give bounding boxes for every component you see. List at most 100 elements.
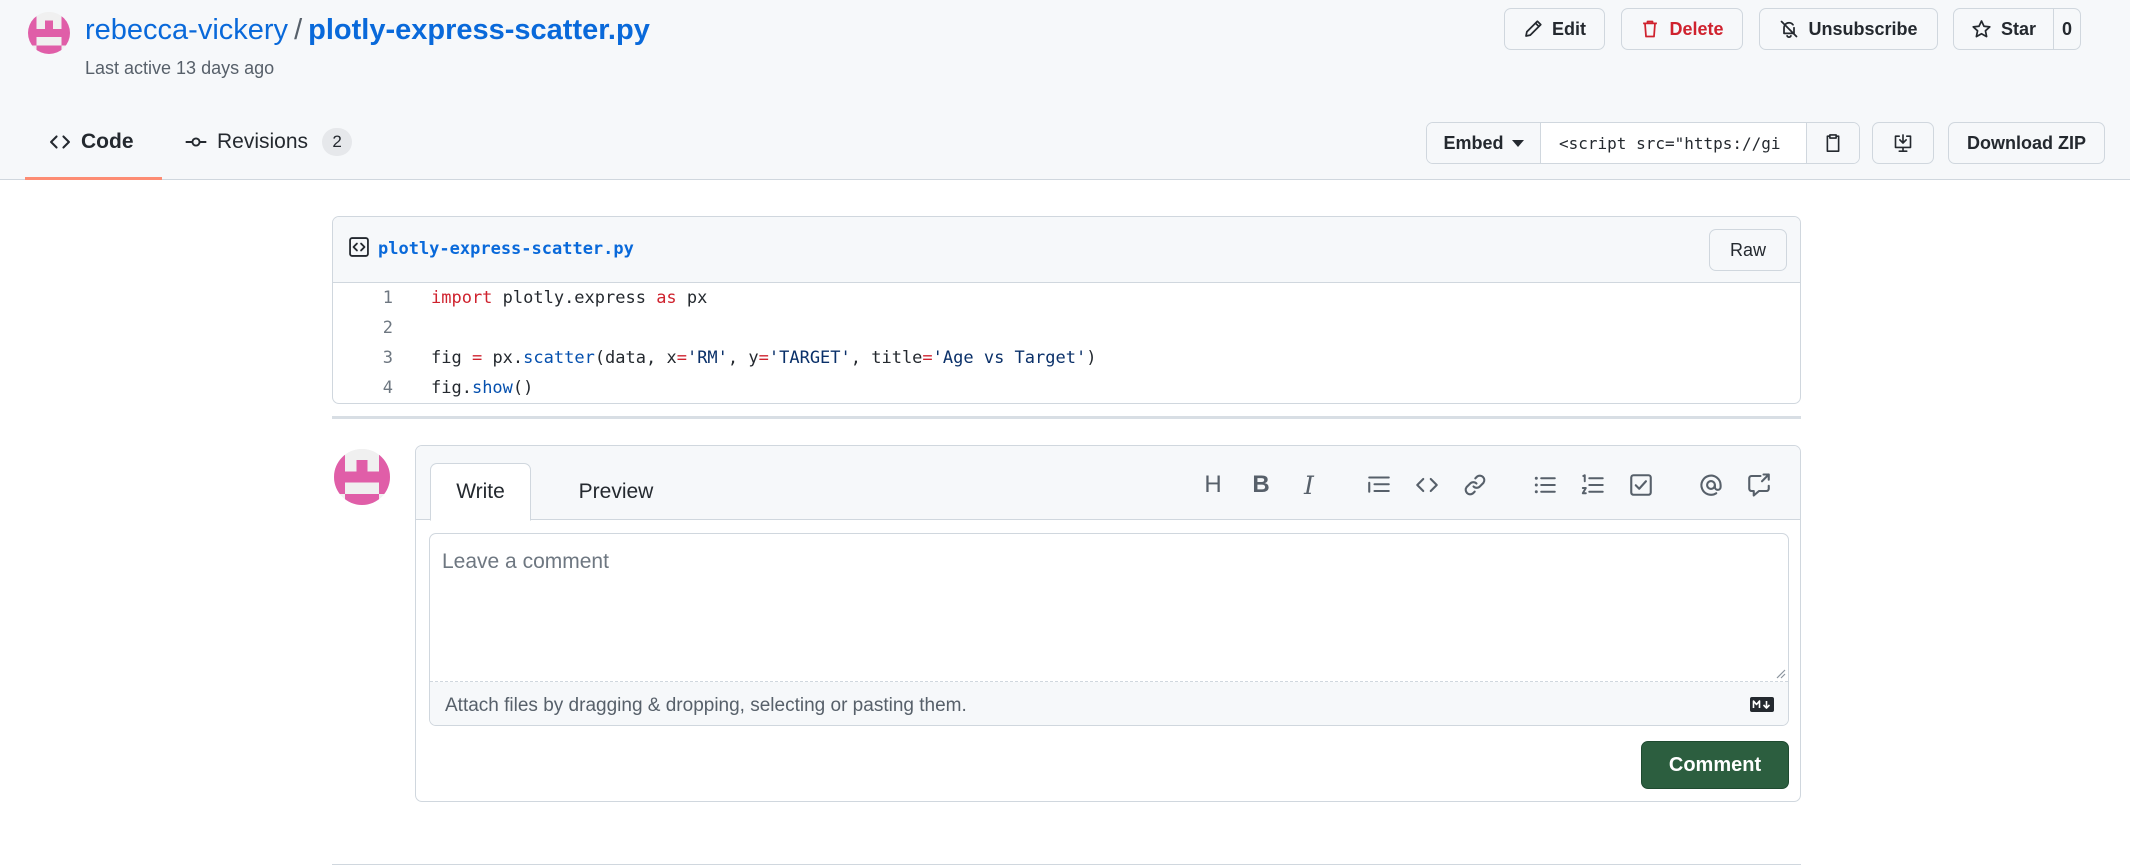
code-token: = — [471, 348, 483, 368]
bold-icon[interactable]: B — [1248, 471, 1274, 498]
bulleted-list-icon[interactable] — [1532, 472, 1558, 498]
comment-toolbar: Write Preview H B I — [416, 446, 1800, 521]
open-desktop-button[interactable] — [1872, 122, 1934, 164]
star-label: Star — [2000, 18, 2036, 39]
code-token: (data, x — [594, 348, 677, 368]
commenter-avatar[interactable] — [334, 449, 390, 505]
star-icon — [1971, 19, 1992, 40]
file-box: plotly-express-scatter.py Raw 1 import pl… — [332, 216, 1801, 404]
tab-preview[interactable]: Preview — [556, 463, 676, 521]
tab-code[interactable]: Code — [25, 120, 162, 180]
line-content: fig = px.scatter(data, x='RM', y='TARGET… — [431, 348, 1096, 368]
delete-label: Delete — [1669, 18, 1724, 39]
attach-files-bar[interactable]: Attach files by dragging & dropping, sel… — [430, 682, 1788, 725]
line-number[interactable]: 1 — [333, 288, 393, 308]
edit-button[interactable]: Edit — [1504, 8, 1605, 50]
bell-slash-icon — [1779, 19, 1799, 39]
owner-avatar[interactable] — [28, 12, 70, 54]
code-icon[interactable] — [1414, 472, 1440, 498]
comment-textarea[interactable]: Leave a comment — [430, 534, 1788, 682]
embed-url-input[interactable]: <script src="https://gi — [1541, 123, 1806, 163]
heading-icon[interactable]: H — [1200, 471, 1226, 498]
edit-label: Edit — [1552, 18, 1586, 39]
title-separator: / — [294, 14, 303, 46]
code-token: 'Age vs Target' — [932, 348, 1087, 368]
markdown-icon[interactable] — [1750, 697, 1774, 712]
line-number[interactable]: 4 — [333, 378, 393, 398]
line-content: fig.show() — [431, 378, 533, 398]
comment-editor: Leave a comment Attach files by dragging… — [429, 533, 1789, 726]
trash-icon — [1640, 19, 1660, 39]
code-line: 3 fig = px.scatter(data, x='RM', y='TARGE… — [333, 343, 1800, 373]
tab-revisions-label: Revisions — [217, 130, 309, 153]
code-token: , y — [727, 348, 759, 368]
star-button[interactable]: Star — [1954, 9, 2054, 49]
last-active: Last active 13 days ago — [85, 58, 275, 78]
embed-select[interactable]: Embed — [1427, 123, 1541, 163]
code-line: 4 fig.show() — [333, 373, 1800, 403]
link-icon[interactable] — [1462, 472, 1488, 498]
tab-write[interactable]: Write — [430, 463, 531, 521]
code-token: import — [431, 288, 493, 308]
code-token: px. — [482, 348, 524, 368]
code-token: () — [512, 378, 534, 398]
unsubscribe-button[interactable]: Unsubscribe — [1759, 8, 1938, 50]
attach-files-text: Attach files by dragging & dropping, sel… — [445, 695, 967, 716]
star-group: Star 0 — [1953, 8, 2081, 50]
mention-icon[interactable] — [1698, 472, 1724, 498]
gist-title: rebecca-vickery / plotly-express-scatter.p… — [85, 12, 650, 48]
clipboard-icon — [1823, 133, 1843, 153]
line-number[interactable]: 3 — [333, 348, 393, 368]
tab-revisions[interactable]: Revisions 2 — [185, 120, 353, 180]
star-count[interactable]: 0 — [2054, 9, 2080, 49]
file-header: plotly-express-scatter.py Raw — [333, 217, 1800, 283]
quote-icon[interactable] — [1366, 472, 1392, 498]
gist-name-link[interactable]: plotly-express-scatter.py — [308, 14, 650, 46]
code-icon — [49, 130, 71, 153]
raw-button[interactable]: Raw — [1709, 229, 1787, 271]
line-content: import plotly.express as px — [431, 288, 707, 308]
comment-submit-button[interactable]: Comment — [1641, 741, 1789, 789]
owner-link[interactable]: rebecca-vickery — [85, 14, 288, 46]
file-code-icon — [348, 236, 370, 258]
embed-label: Embed — [1443, 132, 1504, 153]
task-list-icon[interactable] — [1628, 472, 1654, 498]
pencil-icon — [1523, 19, 1543, 39]
numbered-list-icon[interactable] — [1580, 472, 1606, 498]
code-token: 'RM' — [686, 348, 728, 368]
italic-icon[interactable]: I — [1296, 471, 1322, 500]
code-token: px — [676, 288, 708, 308]
download-zip-button[interactable]: Download ZIP — [1948, 122, 2105, 164]
code-token: as — [656, 288, 677, 308]
delete-button[interactable]: Delete — [1621, 8, 1743, 50]
caret-down-icon — [1511, 139, 1524, 147]
code-line: 2 — [333, 313, 1800, 343]
desktop-download-icon — [1893, 133, 1913, 153]
code-token: 'TARGET' — [768, 348, 851, 368]
cross-reference-icon[interactable] — [1746, 472, 1772, 498]
code-token: = — [676, 348, 687, 368]
revisions-count-badge: 2 — [322, 128, 353, 156]
embed-group: Embed <script src="https://gi — [1426, 122, 1860, 164]
code-token: show — [471, 378, 513, 398]
line-number[interactable]: 2 — [333, 318, 393, 338]
file-name-link[interactable]: plotly-express-scatter.py — [378, 239, 634, 259]
code-table: 1 import plotly.express as px 2 3 fig = px.s… — [333, 283, 1800, 403]
code-token: scatter — [523, 348, 595, 368]
unsubscribe-label: Unsubscribe — [1808, 18, 1918, 39]
code-token: = — [758, 348, 769, 368]
code-token: ) — [1086, 348, 1097, 368]
code-token: , title — [850, 348, 923, 368]
tab-code-label: Code — [81, 130, 134, 153]
code-token: = — [922, 348, 933, 368]
resize-grip-icon[interactable] — [1774, 667, 1786, 679]
comment-form: Write Preview H B I Leave a comment Atta… — [415, 445, 1801, 802]
code-token: fig. — [431, 378, 472, 398]
divider — [332, 416, 1801, 419]
code-token: plotly.express — [492, 288, 657, 308]
copy-embed-button[interactable] — [1806, 123, 1859, 163]
bottom-divider — [332, 864, 1801, 865]
gist-header: rebecca-vickery / plotly-express-scatter.p… — [0, 0, 2130, 180]
code-line: 1 import plotly.express as px — [333, 283, 1800, 313]
code-token: fig — [431, 348, 472, 368]
